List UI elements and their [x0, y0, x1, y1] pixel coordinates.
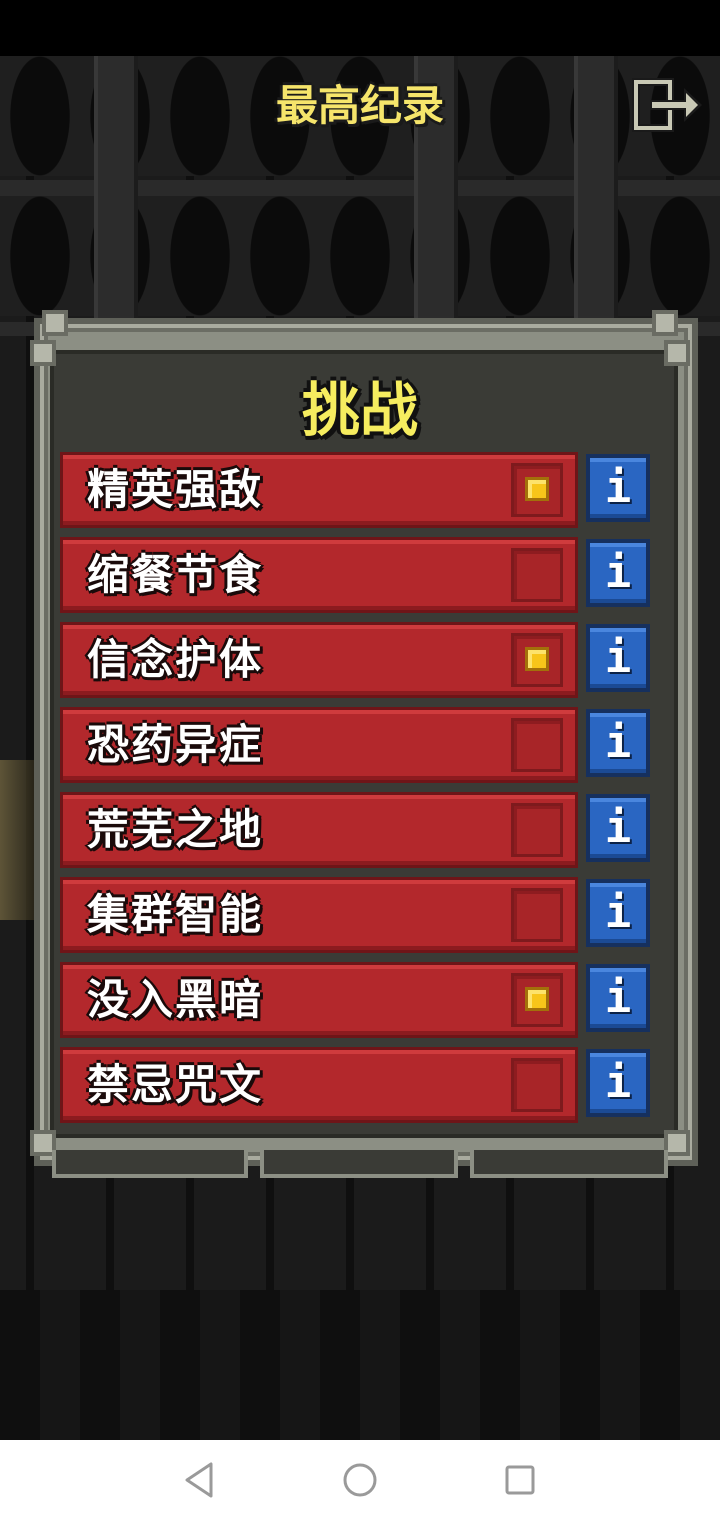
- challenge-label: 禁忌咒文: [87, 1060, 264, 1109]
- info-button[interactable]: i: [586, 879, 650, 947]
- panel-corner: [30, 340, 56, 366]
- panel-tab: [52, 1150, 248, 1178]
- checkmark-icon: [525, 647, 549, 671]
- challenge-checkbox[interactable]: [511, 888, 563, 942]
- panel-tab: [470, 1150, 668, 1178]
- status-bar: [0, 0, 720, 56]
- info-icon: i: [604, 1057, 632, 1108]
- background-pillar: [574, 56, 618, 326]
- exit-icon: [632, 78, 702, 132]
- challenge-toggle-button[interactable]: 恐药异症: [60, 707, 578, 783]
- challenge-checkbox[interactable]: [511, 803, 563, 857]
- info-button[interactable]: i: [586, 794, 650, 862]
- challenge-label: 缩餐节食: [87, 550, 264, 599]
- challenge-checkbox[interactable]: [511, 633, 563, 687]
- info-icon: i: [604, 462, 632, 513]
- panel-corner: [664, 340, 690, 366]
- challenge-row: 荒芜之地 i: [60, 792, 656, 868]
- info-button[interactable]: i: [586, 964, 650, 1032]
- challenge-row: 精英强敌 i: [60, 452, 656, 528]
- challenge-toggle-button[interactable]: 集群智能: [60, 877, 578, 953]
- challenge-label: 信念护体: [87, 635, 264, 684]
- challenge-row: 信念护体 i: [60, 622, 656, 698]
- challenge-checkbox[interactable]: [511, 463, 563, 517]
- info-icon: i: [604, 717, 632, 768]
- back-triangle-icon: [185, 1462, 213, 1498]
- home-button[interactable]: [338, 1458, 382, 1502]
- info-icon: i: [604, 632, 632, 683]
- challenge-toggle-button[interactable]: 精英强敌: [60, 452, 578, 528]
- challenge-toggle-button[interactable]: 缩餐节食: [60, 537, 578, 613]
- challenge-label: 集群智能: [87, 890, 264, 939]
- challenge-checkbox[interactable]: [511, 718, 563, 772]
- recents-square-icon: [505, 1465, 535, 1495]
- info-button[interactable]: i: [586, 539, 650, 607]
- challenge-label: 恐药异症: [87, 720, 264, 769]
- challenge-label: 精英强敌: [87, 465, 264, 514]
- panel-title: 挑战: [301, 376, 418, 444]
- challenge-toggle-button[interactable]: 禁忌咒文: [60, 1047, 578, 1123]
- challenge-checkbox[interactable]: [511, 973, 563, 1027]
- recents-button[interactable]: [498, 1458, 542, 1502]
- home-circle-icon: [343, 1463, 377, 1497]
- info-icon: i: [604, 972, 632, 1023]
- checkmark-icon: [525, 477, 549, 501]
- challenge-row: 禁忌咒文 i: [60, 1047, 656, 1123]
- info-icon: i: [604, 547, 632, 598]
- info-icon: i: [604, 802, 632, 853]
- checkmark-icon: [525, 987, 549, 1011]
- info-button[interactable]: i: [586, 1049, 650, 1117]
- info-icon: i: [604, 887, 632, 938]
- challenge-label: 荒芜之地: [87, 805, 264, 854]
- info-button[interactable]: i: [586, 454, 650, 522]
- challenge-toggle-button[interactable]: 信念护体: [60, 622, 578, 698]
- info-button[interactable]: i: [586, 624, 650, 692]
- background-floor: [0, 1290, 720, 1440]
- challenge-toggle-button[interactable]: 没入黑暗: [60, 962, 578, 1038]
- challenge-checkbox[interactable]: [511, 1058, 563, 1112]
- challenge-checkbox[interactable]: [511, 548, 563, 602]
- challenge-toggle-button[interactable]: 荒芜之地: [60, 792, 578, 868]
- page-title: 最高纪录: [275, 81, 444, 130]
- exit-button[interactable]: [632, 78, 706, 132]
- challenge-row: 没入黑暗 i: [60, 962, 656, 1038]
- challenge-row: 集群智能 i: [60, 877, 656, 953]
- panel-corner: [652, 310, 678, 336]
- info-button[interactable]: i: [586, 709, 650, 777]
- challenge-row: 缩餐节食 i: [60, 537, 656, 613]
- challenge-row: 恐药异症 i: [60, 707, 656, 783]
- challenge-label: 没入黑暗: [87, 975, 264, 1024]
- navigation-bar: [0, 1440, 720, 1520]
- panel-corner: [42, 310, 68, 336]
- back-button[interactable]: [178, 1458, 222, 1502]
- background-pillar: [94, 56, 138, 326]
- panel-tab: [260, 1150, 458, 1178]
